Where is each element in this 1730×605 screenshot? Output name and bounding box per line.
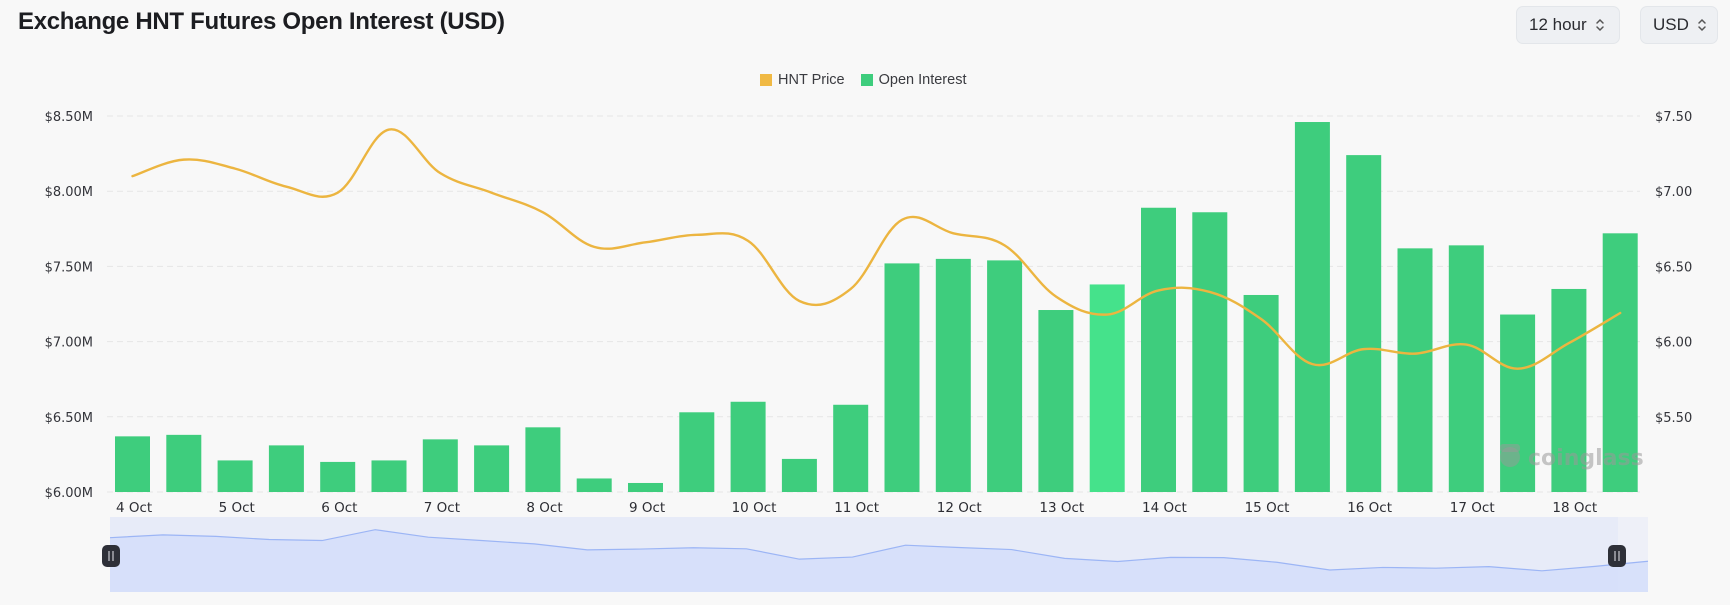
open-interest-bar[interactable] [987, 260, 1023, 492]
open-interest-bar[interactable] [1192, 212, 1228, 493]
open-interest-bar[interactable] [884, 263, 920, 492]
y-left-tick-label: $6.50M [45, 411, 93, 426]
y-left-tick-label: $8.50M [45, 110, 93, 125]
y-left-tick-label: $6.00M [45, 486, 93, 501]
open-interest-bar[interactable] [628, 482, 663, 492]
x-tick-label: 17 Oct [1450, 500, 1495, 516]
open-interest-bar[interactable] [576, 478, 612, 492]
open-interest-bar[interactable] [115, 436, 150, 492]
open-interest-bar[interactable] [1448, 245, 1484, 492]
open-interest-bar[interactable] [1038, 310, 1074, 492]
open-interest-bar[interactable] [371, 460, 407, 492]
open-interest-bar[interactable] [422, 439, 458, 492]
handle-grip[interactable] [102, 545, 120, 567]
y-left-tick-label: $7.50M [45, 260, 93, 275]
x-axis-labels: 4 Oct 5 Oct 6 Oct 7 Oct 8 Oct 9 Oct 10 Oct 11 O… [116, 500, 1597, 516]
x-tick-label: 10 Oct [732, 500, 777, 516]
open-interest-bar[interactable] [166, 434, 202, 492]
open-interest-bar[interactable] [1294, 122, 1330, 493]
open-interest-chart[interactable]: $6.00M $6.50M $7.00M $7.50M $8.00M $8.50M $5.… [0, 0, 1730, 605]
open-interest-bar[interactable] [474, 445, 510, 492]
y-axis-right: $5.50 $6.00 $6.50 $7.00 $7.50 [1655, 110, 1692, 426]
open-interest-bar[interactable] [679, 412, 715, 492]
x-tick-label: 5 Oct [219, 500, 255, 516]
open-interest-bar[interactable] [1243, 294, 1279, 492]
navigator-handle-right[interactable] [1608, 545, 1626, 567]
x-tick-label: 7 Oct [424, 500, 460, 516]
y-left-tick-label: $7.00M [45, 336, 93, 351]
open-interest-bar[interactable] [730, 401, 766, 492]
coinglass-logo-icon [1500, 444, 1520, 467]
y-right-tick-label: $7.50 [1655, 110, 1692, 125]
x-tick-label: 16 Oct [1347, 500, 1392, 516]
open-interest-bar[interactable] [1397, 248, 1433, 492]
hnt-price-line [131, 128, 1622, 370]
x-tick-label: 14 Oct [1142, 500, 1187, 516]
y-axis-left: $6.00M $6.50M $7.00M $7.50M $8.00M $8.50M [45, 110, 93, 501]
open-interest-bar[interactable] [935, 258, 971, 492]
y-left-tick-label: $8.00M [45, 185, 93, 200]
y-right-tick-label: $5.50 [1655, 411, 1692, 426]
open-interest-bar[interactable] [217, 460, 253, 492]
x-tick-label: 18 Oct [1552, 500, 1597, 516]
x-tick-label: 13 Oct [1039, 500, 1084, 516]
open-interest-bar[interactable] [320, 461, 356, 492]
x-tick-label: 15 Oct [1245, 500, 1290, 516]
x-tick-label: 6 Oct [321, 500, 357, 516]
open-interest-bar[interactable] [1141, 207, 1176, 492]
x-tick-label: 11 Oct [834, 500, 879, 516]
x-tick-label: 8 Oct [526, 500, 562, 516]
x-tick-label: 12 Oct [937, 500, 982, 516]
open-interest-bar[interactable] [781, 458, 817, 492]
navigator-handle-left[interactable] [102, 545, 120, 567]
x-tick-label: 4 Oct [116, 500, 152, 516]
open-interest-bars [115, 122, 1638, 493]
range-navigator [102, 517, 1649, 592]
open-interest-bar[interactable] [833, 404, 869, 492]
open-interest-bar[interactable] [268, 445, 304, 492]
handle-grip[interactable] [1608, 545, 1626, 567]
y-right-tick-label: $7.00 [1655, 185, 1692, 200]
y-right-tick-label: $6.00 [1655, 336, 1692, 351]
x-tick-label: 9 Oct [629, 500, 665, 516]
watermark-text: coinglass [1528, 446, 1644, 471]
y-right-tick-label: $6.50 [1655, 260, 1692, 275]
open-interest-bar[interactable] [525, 427, 561, 492]
open-interest-bar[interactable] [1346, 155, 1382, 492]
